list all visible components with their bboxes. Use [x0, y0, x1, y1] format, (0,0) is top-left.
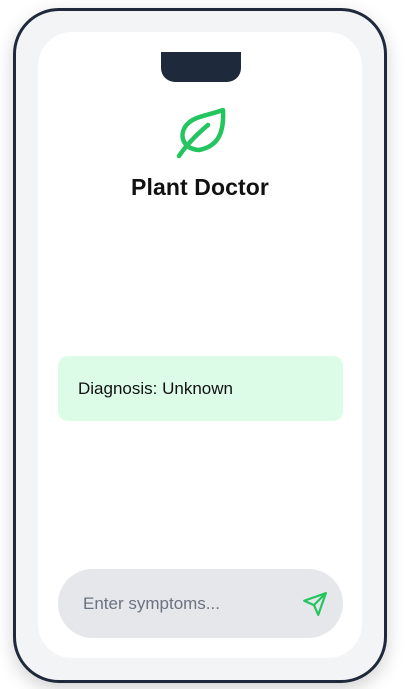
phone-frame: Plant Doctor Diagnosis: Unknown — [13, 8, 387, 683]
symptom-input[interactable] — [83, 593, 297, 614]
diagnosis-text: Diagnosis: Unknown — [78, 378, 233, 398]
device-notch — [161, 52, 241, 82]
app-title: Plant Doctor — [131, 174, 269, 200]
diagnosis-card: Diagnosis: Unknown — [58, 356, 343, 421]
send-icon — [303, 591, 327, 616]
symptom-input-bar — [58, 569, 343, 638]
phone-screen: Plant Doctor Diagnosis: Unknown — [38, 32, 362, 658]
send-button[interactable] — [297, 586, 333, 622]
leaf-icon — [176, 107, 226, 159]
